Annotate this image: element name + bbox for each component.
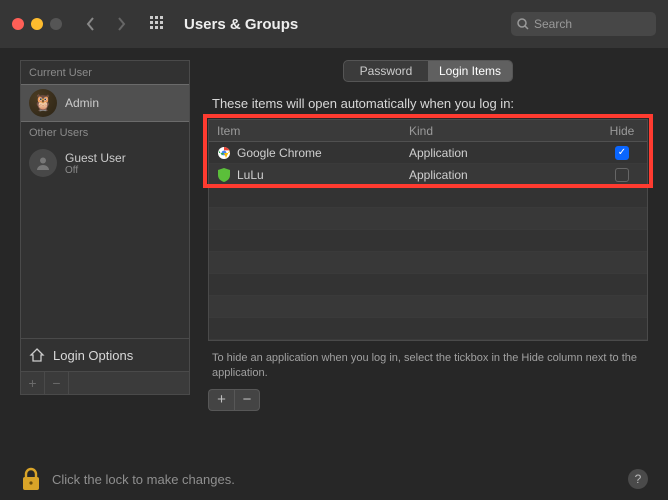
hide-checkbox[interactable]	[615, 168, 629, 182]
forward-button[interactable]	[110, 11, 132, 37]
tab-password[interactable]: Password	[344, 61, 428, 81]
table-row	[209, 230, 647, 252]
sidebar-item-admin[interactable]: 🦉 Admin	[21, 85, 189, 121]
titlebar: Users & Groups Search	[0, 0, 668, 48]
add-user-button[interactable]: +	[21, 372, 45, 394]
user-sidebar: Current User 🦉 Admin Other Users Guest U…	[20, 60, 190, 395]
close-window-button[interactable]	[12, 18, 24, 30]
login-options-button[interactable]: Login Options	[21, 338, 189, 371]
tab-bar: Password Login Items	[343, 60, 513, 82]
minimize-window-button[interactable]	[31, 18, 43, 30]
remove-login-item-button[interactable]: −	[234, 389, 260, 411]
table-header: Item Kind Hide	[209, 120, 647, 142]
table-row[interactable]: LuLu Application	[209, 164, 647, 186]
login-items-table: Item Kind Hide Google Chrome Application…	[208, 119, 648, 341]
house-icon	[29, 347, 45, 363]
lulu-icon	[217, 168, 231, 182]
window-title: Users & Groups	[184, 16, 298, 33]
app-kind: Application	[409, 146, 597, 160]
remove-user-button[interactable]: −	[45, 372, 69, 394]
tab-login-items[interactable]: Login Items	[428, 61, 512, 81]
zoom-window-button[interactable]	[50, 18, 62, 30]
lock-text: Click the lock to make changes.	[52, 472, 235, 487]
search-input[interactable]: Search	[511, 12, 656, 36]
table-row	[209, 186, 647, 208]
app-name: LuLu	[237, 168, 264, 182]
login-item-add-remove: + −	[208, 389, 648, 411]
avatar-icon	[29, 149, 57, 177]
window-controls	[12, 18, 62, 30]
col-hide: Hide	[597, 124, 647, 138]
other-users-label: Other Users	[21, 121, 189, 145]
table-row	[209, 318, 647, 340]
user-name: Admin	[65, 96, 99, 110]
table-row	[209, 208, 647, 230]
login-items-caption: These items will open automatically when…	[208, 90, 648, 119]
current-user-label: Current User	[21, 61, 189, 85]
user-status: Off	[65, 165, 126, 176]
search-placeholder: Search	[534, 17, 572, 31]
add-login-item-button[interactable]: +	[208, 389, 234, 411]
help-button[interactable]: ?	[628, 469, 648, 489]
back-button[interactable]	[80, 11, 102, 37]
main-panel: Password Login Items These items will op…	[208, 60, 648, 411]
sidebar-item-guest[interactable]: Guest User Off	[21, 145, 189, 181]
hide-checkbox[interactable]: ✓	[615, 146, 629, 160]
col-kind: Kind	[409, 124, 597, 138]
user-add-remove: + −	[21, 371, 189, 394]
user-name: Guest User	[65, 151, 126, 165]
table-row[interactable]: Google Chrome Application ✓	[209, 142, 647, 164]
chrome-icon	[217, 146, 231, 160]
table-row	[209, 296, 647, 318]
footer: Click the lock to make changes. ?	[20, 466, 648, 492]
app-name: Google Chrome	[237, 146, 322, 160]
app-kind: Application	[409, 168, 597, 182]
show-all-icon[interactable]	[150, 16, 164, 33]
table-row	[209, 274, 647, 296]
hide-hint-text: To hide an application when you log in, …	[208, 341, 648, 389]
col-item: Item	[209, 124, 409, 138]
lock-icon[interactable]	[20, 466, 42, 492]
avatar-icon: 🦉	[29, 89, 57, 117]
table-row	[209, 252, 647, 274]
